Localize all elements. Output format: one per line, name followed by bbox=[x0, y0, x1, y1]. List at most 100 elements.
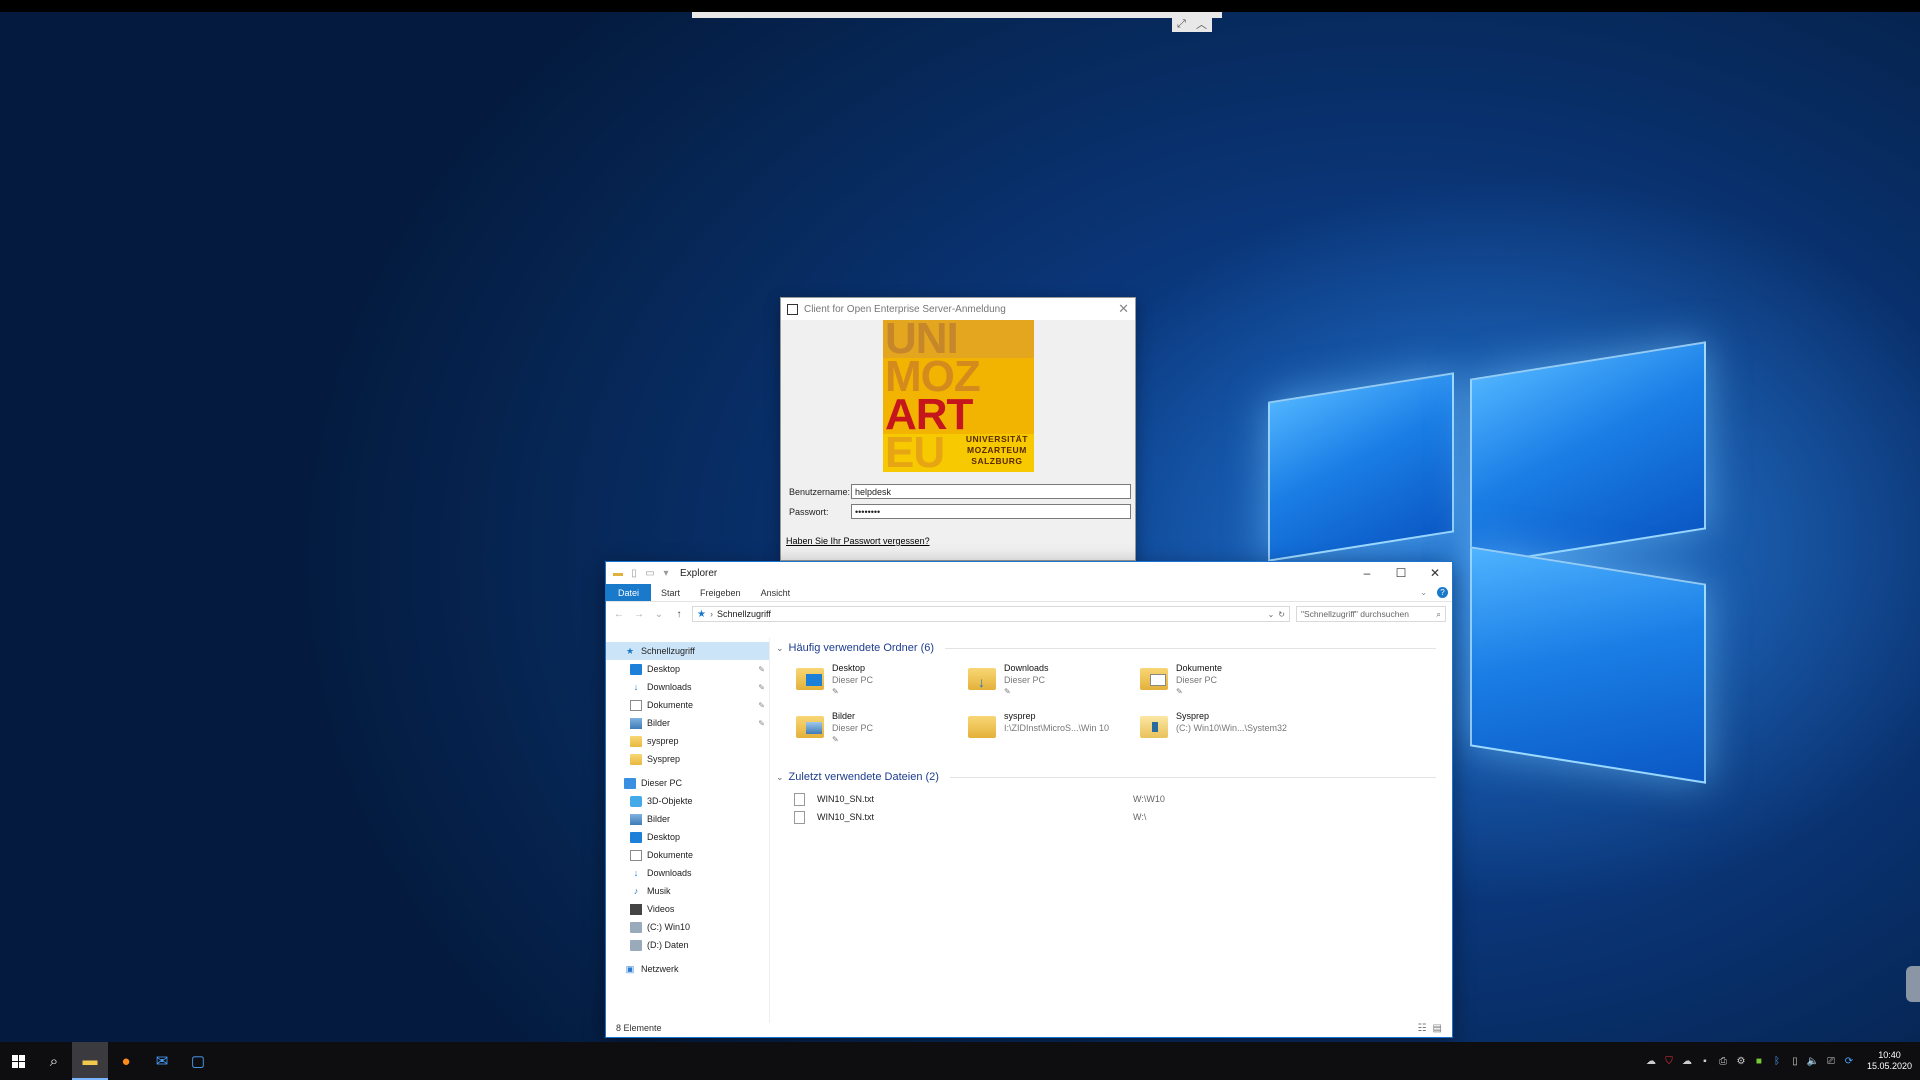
folder-tile-sysprep[interactable]: sysprep I:\ZIDInst\MicroS...\Win 10 bbox=[968, 710, 1138, 750]
taskbar-mail[interactable]: ✉ bbox=[144, 1042, 180, 1080]
explorer-window: ▬ ▯ ▭ ▾ Explorer – ☐ ✕ Datei Start Freig… bbox=[605, 561, 1453, 1038]
restore-icon[interactable]: ⤢ bbox=[1177, 18, 1186, 31]
search-button[interactable]: ⌕ bbox=[36, 1042, 72, 1080]
folder-tile-downloads[interactable]: ↓ Downloads Dieser PC ✎ bbox=[968, 662, 1138, 702]
folder-tile-dokumente[interactable]: Dokumente Dieser PC ✎ bbox=[1140, 662, 1310, 702]
nav-schnellzugriff[interactable]: ★ Schnellzugriff bbox=[606, 642, 769, 660]
nav-item-dokumente[interactable]: Dokumente bbox=[606, 846, 769, 864]
app-icon[interactable]: ▪ bbox=[1699, 1055, 1711, 1067]
logo-sub-line: MOZARTEUM bbox=[967, 445, 1027, 455]
nav-item-bilder[interactable]: Bilder bbox=[606, 810, 769, 828]
forgot-password-link[interactable]: Haben Sie Ihr Passwort vergessen? bbox=[786, 536, 930, 546]
section-recent-files[interactable]: ⌄ Zuletzt verwendete Dateien (2) bbox=[776, 771, 1436, 783]
refresh-icon[interactable]: ↻ bbox=[1278, 610, 1285, 619]
tab-datei[interactable]: Datei bbox=[606, 584, 652, 601]
taskbar-app[interactable]: ▢ bbox=[180, 1042, 216, 1080]
bluetooth-icon[interactable]: ᛒ bbox=[1771, 1055, 1783, 1067]
folder-name: Bilder bbox=[832, 711, 856, 721]
minimize-icon[interactable]: – bbox=[1350, 566, 1384, 580]
search-input[interactable]: "Schnellzugriff" durchsuchen ⌕ bbox=[1296, 606, 1446, 622]
start-button[interactable] bbox=[0, 1042, 36, 1080]
side-handle[interactable] bbox=[1906, 966, 1920, 1002]
pin-icon[interactable]: ✎ bbox=[758, 701, 765, 710]
collapse-icon[interactable]: ︿ bbox=[1196, 16, 1207, 32]
desktop-folder-icon bbox=[796, 664, 826, 692]
gpu-icon[interactable]: ■ bbox=[1753, 1055, 1765, 1067]
network-icon[interactable]: ⎚ bbox=[1825, 1055, 1837, 1067]
tablet-icon[interactable]: ▯ bbox=[1789, 1055, 1801, 1067]
taskbar-firefox[interactable]: ● bbox=[108, 1042, 144, 1080]
customize-quick-access-icon[interactable]: ▾ bbox=[660, 567, 672, 579]
nav-label: Musik bbox=[647, 886, 671, 896]
nav-item-downloads[interactable]: ↓ Downloads ✎ bbox=[606, 678, 769, 696]
nav-item-desktop[interactable]: Desktop bbox=[606, 828, 769, 846]
new-folder-icon[interactable]: ▭ bbox=[644, 567, 656, 579]
pin-icon[interactable]: ✎ bbox=[758, 719, 765, 728]
cloud-icon[interactable]: ☁ bbox=[1681, 1055, 1693, 1067]
nav-dieser-pc[interactable]: Dieser PC bbox=[606, 774, 769, 792]
back-icon[interactable]: ← bbox=[612, 609, 626, 620]
volume-icon[interactable]: 🔈 bbox=[1807, 1055, 1819, 1067]
tab-ansicht[interactable]: Ansicht bbox=[751, 584, 801, 601]
cloud-icon[interactable]: ☁ bbox=[1645, 1055, 1657, 1067]
nav-item-dokumente[interactable]: Dokumente ✎ bbox=[606, 696, 769, 714]
nav-item-bilder[interactable]: Bilder ✎ bbox=[606, 714, 769, 732]
nav-item-drive-c[interactable]: (C:) Win10 bbox=[606, 918, 769, 936]
settings-icon[interactable]: ⚙ bbox=[1735, 1055, 1747, 1067]
tab-freigeben[interactable]: Freigeben bbox=[690, 584, 751, 601]
list-item[interactable]: WIN10_SN.txt W:\ bbox=[794, 808, 1434, 826]
section-frequent-folders[interactable]: ⌄ Häufig verwendete Ordner (6) bbox=[776, 642, 1436, 654]
nav-item-musik[interactable]: ♪ Musik bbox=[606, 882, 769, 900]
chevron-down-icon[interactable]: ⌄ bbox=[1268, 610, 1275, 619]
remote-connection-bar[interactable] bbox=[692, 12, 1222, 18]
pin-icon[interactable]: ✎ bbox=[758, 665, 765, 674]
nav-label: 3D-Objekte bbox=[647, 796, 693, 806]
folder-tile-desktop[interactable]: Desktop Dieser PC ✎ bbox=[796, 662, 966, 702]
folder-tile-bilder[interactable]: Bilder Dieser PC ✎ bbox=[796, 710, 966, 750]
details-view-icon[interactable]: ☷ bbox=[1418, 1023, 1427, 1034]
search-icon[interactable]: ⌕ bbox=[1436, 609, 1441, 620]
clock[interactable]: 10:40 15.05.2020 bbox=[1867, 1050, 1912, 1072]
nav-item-drive-d[interactable]: (D:) Daten bbox=[606, 936, 769, 954]
properties-icon[interactable]: ▯ bbox=[628, 567, 640, 579]
forward-icon[interactable]: → bbox=[632, 609, 646, 620]
up-icon[interactable]: ↑ bbox=[672, 609, 686, 620]
logo-sub-line: SALZBURG bbox=[971, 456, 1023, 466]
nav-item-sysprep[interactable]: Sysprep bbox=[606, 750, 769, 768]
close-icon[interactable]: ✕ bbox=[1418, 566, 1452, 580]
tab-start[interactable]: Start bbox=[651, 584, 690, 601]
pictures-icon bbox=[630, 717, 642, 729]
username-field[interactable]: helpdesk bbox=[851, 484, 1131, 499]
taskbar-explorer[interactable]: ▬ bbox=[72, 1042, 108, 1080]
nav-netzwerk[interactable]: ▣ Netzwerk bbox=[606, 960, 769, 978]
pin-icon[interactable]: ✎ bbox=[758, 683, 765, 692]
password-field[interactable]: •••••••• bbox=[851, 504, 1131, 519]
download-icon: ↓ bbox=[633, 682, 639, 692]
help-icon[interactable]: ? bbox=[1437, 587, 1448, 598]
nav-item-videos[interactable]: Videos bbox=[606, 900, 769, 918]
expand-ribbon-icon[interactable]: ⌄ bbox=[1420, 588, 1427, 597]
pictures-folder-icon bbox=[796, 712, 826, 740]
nav-item-sysprep[interactable]: sysprep bbox=[606, 732, 769, 750]
recent-locations-icon[interactable]: ⌄ bbox=[652, 609, 666, 620]
maximize-icon[interactable]: ☐ bbox=[1384, 566, 1418, 580]
nav-item-desktop[interactable]: Desktop ✎ bbox=[606, 660, 769, 678]
clock-time: 10:40 bbox=[1878, 1050, 1901, 1060]
nav-item-3d-objekte[interactable]: 3D-Objekte bbox=[606, 792, 769, 810]
sync-icon[interactable]: ⟳ bbox=[1843, 1055, 1855, 1067]
list-item[interactable]: WIN10_SN.txt W:\W10 bbox=[794, 790, 1434, 808]
shield-icon[interactable]: ⛉ bbox=[1663, 1055, 1675, 1067]
tiles-view-icon[interactable]: ▤ bbox=[1433, 1023, 1442, 1034]
breadcrumb[interactable]: Schnellzugriff bbox=[717, 609, 1264, 619]
folder-tile-sysprep-system32[interactable]: Sysprep (C:) Win10\Win...\System32 bbox=[1140, 710, 1340, 750]
folder-location: I:\ZIDInst\MicroS...\Win 10 bbox=[1004, 723, 1110, 733]
printer-icon[interactable]: ⎙ bbox=[1717, 1055, 1729, 1067]
remote-controls[interactable]: ⤢ ︿ bbox=[1172, 16, 1212, 32]
chevron-down-icon[interactable]: ⌄ bbox=[776, 643, 784, 654]
address-field[interactable]: ★ › Schnellzugriff ⌄ ↻ bbox=[692, 606, 1290, 622]
close-icon[interactable]: ✕ bbox=[1118, 301, 1129, 317]
chevron-down-icon[interactable]: ⌄ bbox=[776, 772, 784, 783]
nav-item-downloads[interactable]: ↓ Downloads bbox=[606, 864, 769, 882]
explorer-titlebar: ▬ ▯ ▭ ▾ Explorer – ☐ ✕ bbox=[606, 562, 1452, 584]
breadcrumb-chevron-icon[interactable]: › bbox=[710, 609, 713, 619]
